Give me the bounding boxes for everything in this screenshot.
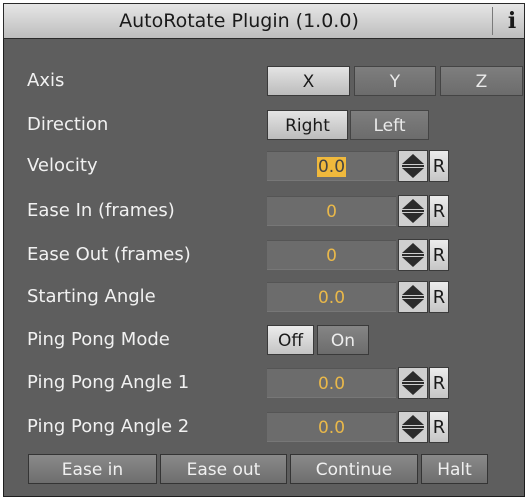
ping-pong-angle-2-field[interactable]: 0.0 — [267, 412, 396, 442]
ease-in-field[interactable]: 0 — [267, 196, 396, 226]
starting-angle-field[interactable]: 0.0 — [267, 282, 396, 312]
axis-y-button[interactable]: Y — [354, 66, 436, 96]
velocity-label: Velocity — [27, 155, 98, 176]
ease-out-reset-button[interactable]: R — [429, 239, 449, 271]
ping-pong-off-button[interactable]: Off — [267, 325, 314, 355]
ping-pong-angle-2-reset-button[interactable]: R — [429, 411, 449, 443]
arrow-down-icon[interactable] — [402, 213, 424, 223]
info-button[interactable]: i — [501, 7, 523, 35]
window-title: AutoRotate Plugin (1.0.0) — [119, 10, 359, 32]
arrow-up-icon[interactable] — [402, 199, 424, 209]
ping-pong-angle-1-reset-button[interactable]: R — [429, 367, 449, 399]
continue-button[interactable]: Continue — [290, 454, 418, 484]
ping-pong-angle-1-label: Ping Pong Angle 1 — [27, 372, 190, 393]
ease-in-stepper[interactable] — [398, 195, 428, 227]
arrow-up-icon[interactable] — [402, 243, 424, 253]
direction-label: Direction — [27, 114, 109, 135]
direction-right-button[interactable]: Right — [267, 110, 348, 140]
ease-in-reset-button[interactable]: R — [429, 195, 449, 227]
arrow-up-icon[interactable] — [402, 415, 424, 425]
velocity-stepper[interactable] — [398, 150, 428, 182]
ping-pong-on-button[interactable]: On — [317, 325, 369, 355]
ease-in-label: Ease In (frames) — [27, 200, 175, 221]
ping-pong-angle-1-stepper[interactable] — [398, 367, 428, 399]
axis-label: Axis — [27, 70, 65, 91]
ease-out-stepper[interactable] — [398, 239, 428, 271]
title-bar: AutoRotate Plugin (1.0.0) i — [3, 3, 525, 39]
ease-out-field[interactable]: 0 — [267, 240, 396, 270]
arrow-up-icon[interactable] — [402, 285, 424, 295]
direction-left-button[interactable]: Left — [350, 110, 429, 140]
ease-out-label: Ease Out (frames) — [27, 244, 191, 265]
ping-pong-angle-2-label: Ping Pong Angle 2 — [27, 416, 190, 437]
axis-x-button[interactable]: X — [267, 66, 350, 96]
velocity-value: 0.0 — [316, 157, 347, 177]
ping-pong-mode-label: Ping Pong Mode — [27, 329, 170, 350]
halt-button[interactable]: Halt — [421, 454, 488, 484]
arrow-down-icon[interactable] — [402, 168, 424, 178]
velocity-field[interactable]: 0.0 — [267, 151, 396, 181]
axis-z-button[interactable]: Z — [440, 66, 523, 96]
velocity-reset-button[interactable]: R — [429, 150, 449, 182]
title-divider — [492, 7, 493, 35]
starting-angle-reset-button[interactable]: R — [429, 281, 449, 313]
ease-in-button[interactable]: Ease in — [28, 454, 157, 484]
ease-out-button[interactable]: Ease out — [160, 454, 287, 484]
arrow-down-icon[interactable] — [402, 429, 424, 439]
arrow-down-icon[interactable] — [402, 385, 424, 395]
arrow-up-icon[interactable] — [402, 371, 424, 381]
starting-angle-label: Starting Angle — [27, 286, 156, 307]
arrow-up-icon[interactable] — [402, 154, 424, 164]
arrow-down-icon[interactable] — [402, 257, 424, 267]
ping-pong-angle-2-stepper[interactable] — [398, 411, 428, 443]
ping-pong-angle-1-field[interactable]: 0.0 — [267, 368, 396, 398]
starting-angle-stepper[interactable] — [398, 281, 428, 313]
arrow-down-icon[interactable] — [402, 299, 424, 309]
